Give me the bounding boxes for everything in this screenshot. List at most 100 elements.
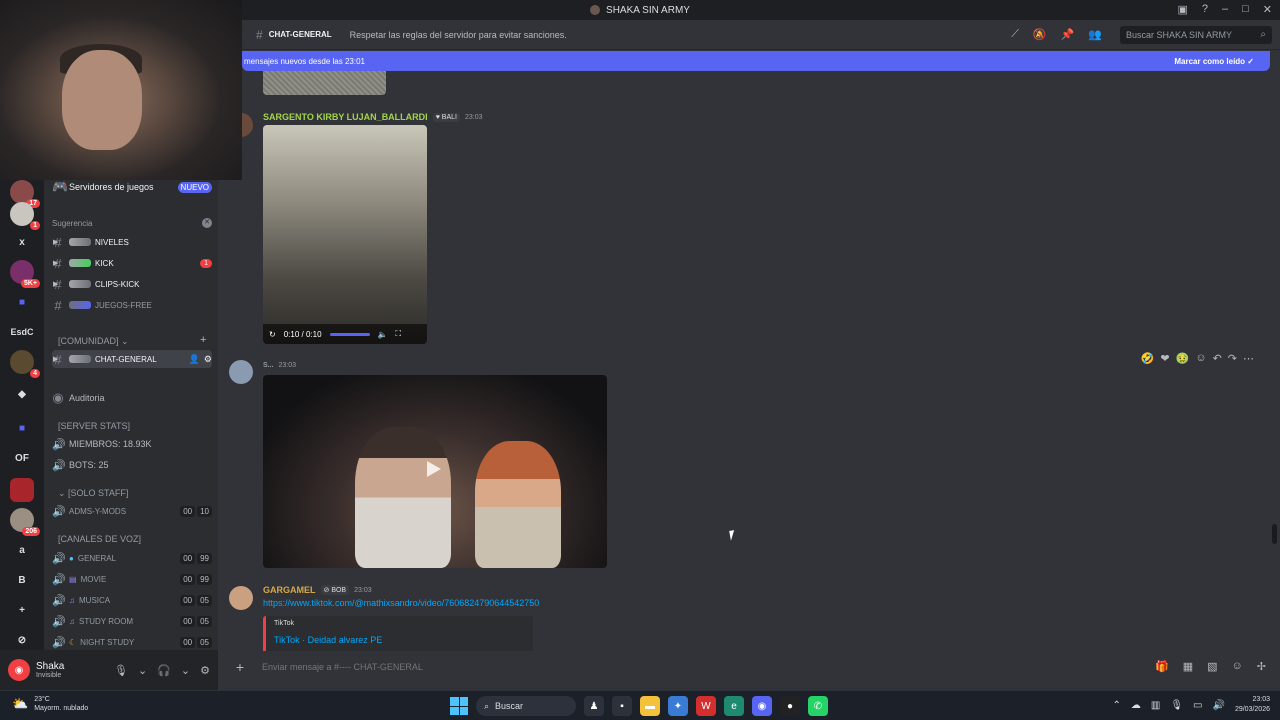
author-name[interactable]: SARGENTO KIRBY LUJAN_BALLARDI <box>263 112 428 122</box>
chrome-icon[interactable]: ● <box>780 696 800 716</box>
dismiss-icon[interactable]: ✕ <box>202 218 212 228</box>
emoji-icon[interactable]: ☺ <box>1232 660 1243 673</box>
add-channel-icon[interactable]: + <box>200 334 206 346</box>
gift-icon[interactable]: 🎁 <box>1155 660 1169 673</box>
category-server-stats[interactable]: [SERVER STATS] <box>58 421 130 431</box>
tray-app-icon[interactable]: ▥ <box>1151 700 1160 711</box>
auditoria-item[interactable]: ◉ Auditoria <box>52 389 212 407</box>
new-messages-bar[interactable]: mensajes nuevos desde las 23:01 Marcar c… <box>242 51 1270 71</box>
volume-icon[interactable]: 🔈 <box>378 330 388 339</box>
close-button[interactable]: ✕ <box>1263 3 1272 16</box>
server-icon[interactable]: 1 <box>10 202 40 230</box>
category-comunidad[interactable]: [COMUNIDAD] ⌄ <box>58 336 129 347</box>
headphones-icon[interactable]: 🎧 <box>157 664 171 677</box>
scrollbar[interactable] <box>1272 524 1277 544</box>
channel-chat-general[interactable]: ▶ # CHAT-GENERAL 👤 ⚙ <box>52 350 212 368</box>
weather-widget[interactable]: ⛅ 23°C Mayorm. nublado <box>12 695 88 713</box>
more-icon[interactable]: ⋯ <box>1243 352 1254 365</box>
server-icon-of[interactable]: OF <box>10 446 34 470</box>
author-name[interactable]: S... <box>263 362 274 369</box>
avatar[interactable]: ◉ <box>8 659 30 681</box>
channel-adms-y-mods[interactable]: 🔊 ADMS-Y-MODS 00 10 <box>52 502 212 520</box>
whatsapp-icon[interactable]: ✆ <box>808 696 828 716</box>
apps-icon[interactable]: ✢ <box>1257 660 1266 673</box>
user-info[interactable]: Shaka Invisible <box>36 661 114 679</box>
chevron-down-icon[interactable]: ⌄ <box>181 664 190 677</box>
sticker-icon[interactable]: ▧ <box>1207 660 1217 673</box>
gear-icon[interactable]: ⚙ <box>204 354 212 365</box>
server-icon[interactable]: 17 <box>10 180 40 208</box>
category-canales-de-voz[interactable]: [CANALES DE VOZ] <box>58 534 141 544</box>
mark-as-read-button[interactable]: Marcar como leído ✓ <box>1174 57 1254 66</box>
video-attachment[interactable]: ↻ 0:10 / 0:10 🔈 ⛶ <box>263 125 427 344</box>
microphone-icon[interactable]: 🎙 <box>114 664 128 677</box>
message-input[interactable] <box>262 662 662 672</box>
channel-niveles[interactable]: ▶ # NIVELES <box>52 233 212 251</box>
widget-app-icon[interactable]: ♟ <box>584 696 604 716</box>
category-solo-staff[interactable]: ⌄ [SOLO STAFF] <box>58 488 128 499</box>
folder-icon[interactable]: ■ <box>10 290 34 314</box>
play-icon[interactable] <box>427 461 441 477</box>
fullscreen-icon[interactable]: ⛶ <box>395 329 401 339</box>
voice-musica[interactable]: 🔊 ♫ MUSICA 00 05 <box>52 591 212 609</box>
attach-icon[interactable]: + <box>228 659 252 675</box>
inbox-icon[interactable]: ▣ <box>1177 3 1187 16</box>
gif-icon[interactable]: ▦ <box>1183 660 1193 673</box>
message-link[interactable]: https://www.tiktok.com/@mathixsandro/vid… <box>263 598 539 608</box>
heart-emoji-icon[interactable]: ❤ <box>1160 352 1169 365</box>
clock[interactable]: 23:03 29/03/2026 <box>1235 695 1270 715</box>
server-icon[interactable]: 206 <box>10 508 40 536</box>
embed-title[interactable]: TikTok · Deidad alvarez PE <box>274 635 525 645</box>
progress-bar[interactable] <box>329 332 370 336</box>
display-icon[interactable]: ▭ <box>1193 700 1202 711</box>
threads-icon[interactable]: ⟋ <box>1011 28 1019 41</box>
channel-topic[interactable]: Respetar las reglas del servidor para ev… <box>350 30 567 40</box>
diamond-icon[interactable]: ◆ <box>10 382 34 406</box>
voice-study-room[interactable]: 🔊 ♫ STUDY ROOM 00 05 <box>52 612 212 630</box>
volume-icon[interactable]: 🔊 <box>1213 700 1225 711</box>
onedrive-icon[interactable]: ☁ <box>1131 700 1141 711</box>
server-icon-a[interactable]: a <box>10 538 34 562</box>
voice-night-study[interactable]: 🔊 ☾ NIGHT STUDY 00 05 <box>52 633 212 650</box>
channel-clips-kick[interactable]: ▶ # CLIPS-KICK <box>52 275 212 293</box>
copilot-icon[interactable]: ✦ <box>668 696 688 716</box>
add-server-icon[interactable]: + <box>10 598 34 622</box>
channel-kick[interactable]: ▶ # KICK 1 <box>52 254 212 272</box>
folder-icon[interactable]: ■ <box>10 416 34 440</box>
replay-icon[interactable]: ↻ <box>269 330 276 339</box>
add-reaction-icon[interactable]: ☺ <box>1195 352 1206 365</box>
microphone-icon[interactable]: 🎙 <box>1170 700 1183 711</box>
task-view-icon[interactable]: ▪ <box>612 696 632 716</box>
chevron-up-icon[interactable]: ⌃ <box>1113 700 1121 711</box>
minimize-button[interactable]: – <box>1222 3 1228 16</box>
stat-members[interactable]: 🔊 MIEMBROS: 18.93K <box>52 435 212 453</box>
server-icon[interactable] <box>10 478 34 502</box>
taskbar-search[interactable]: ⌕ Buscar <box>476 696 576 716</box>
office-app-icon[interactable]: W <box>696 696 716 716</box>
chevron-down-icon[interactable]: ⌄ <box>138 664 147 677</box>
pin-icon[interactable]: 📌 <box>1061 28 1075 41</box>
server-icon[interactable]: 5K+ <box>10 260 40 288</box>
discover-icon[interactable]: ⊘ <box>10 628 34 652</box>
stat-bots[interactable]: 🔊 BOTS: 25 <box>52 456 212 474</box>
forward-icon[interactable]: ↷ <box>1228 352 1237 365</box>
file-explorer-icon[interactable]: ▬ <box>640 696 660 716</box>
server-icon-b[interactable]: B <box>10 568 34 592</box>
gear-icon[interactable]: ⚙ <box>200 664 210 677</box>
server-icon-x[interactable]: x <box>10 230 34 254</box>
avatar[interactable] <box>229 586 253 610</box>
video-attachment[interactable] <box>263 375 607 568</box>
edge-icon[interactable]: e <box>724 696 744 716</box>
laugh-emoji-icon[interactable]: 🤣 <box>1141 352 1155 365</box>
reply-icon[interactable]: ↶ <box>1213 352 1222 365</box>
sick-emoji-icon[interactable]: 🤢 <box>1176 352 1190 365</box>
bell-off-icon[interactable]: 🔕 <box>1033 28 1047 41</box>
discord-icon[interactable]: ◉ <box>752 696 772 716</box>
invite-icon[interactable]: 👤 <box>189 354 200 365</box>
maximize-button[interactable]: □ <box>1242 3 1249 16</box>
game-servers-item[interactable]: 🎮 Servidores de juegos NUEVO <box>52 178 212 196</box>
members-icon[interactable]: 👥 <box>1088 28 1102 41</box>
server-icon[interactable]: 4 <box>10 350 40 378</box>
image-attachment[interactable] <box>263 71 386 95</box>
windows-start-icon[interactable] <box>450 697 468 715</box>
